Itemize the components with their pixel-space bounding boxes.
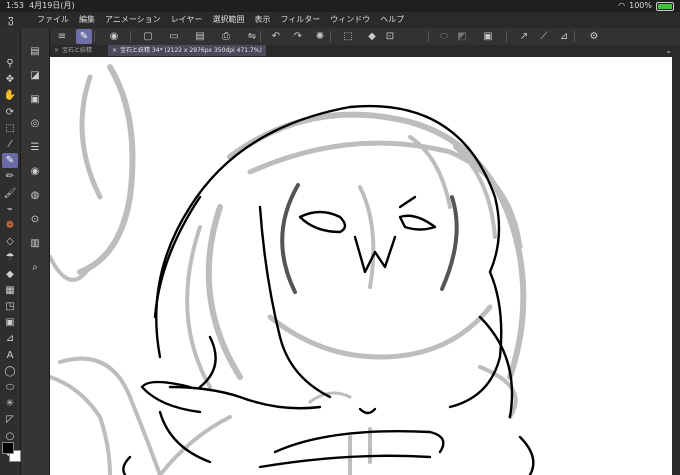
pencil-icon[interactable]: ✏ [2, 169, 18, 184]
save-icon[interactable]: ▤ [192, 29, 208, 44]
hand-icon[interactable]: ✋ [2, 88, 18, 103]
text-icon[interactable]: A [2, 348, 18, 363]
wifi-icon: ◠ [618, 1, 626, 10]
redo-icon[interactable]: ↷ [290, 29, 306, 44]
material-icon[interactable]: ▥ [27, 236, 43, 251]
layer-icon[interactable]: ▤ [27, 44, 43, 59]
toolbar-separator [506, 31, 507, 42]
app-logo-icon[interactable]: ჳ [8, 12, 14, 28]
airbrush-icon[interactable]: ⌁ [2, 202, 18, 217]
toolbar-separator [574, 31, 575, 42]
selection-icon[interactable]: ⬚ [2, 121, 18, 136]
balloon-icon[interactable]: ◯ [2, 364, 18, 379]
side-palette: ▤ ◪ ▣ ◎ ☰ ◉ ◍ ⊙ ▥ ⌕ [21, 28, 50, 475]
navigator-icon[interactable]: ◎ [27, 116, 43, 131]
ruler-icon[interactable]: ⊿ [2, 331, 18, 346]
correct-line-icon[interactable]: ↗ [516, 29, 532, 44]
history-icon[interactable]: ⊙ [27, 212, 43, 227]
fill-icon[interactable]: ◆ [2, 267, 18, 282]
brush-size-icon[interactable]: ◉ [27, 164, 43, 179]
toolbar-separator [94, 31, 95, 42]
toolbar-separator [260, 31, 261, 42]
tab-1[interactable]: × 宝石と妖精 [50, 45, 96, 56]
sketch-artwork [50, 64, 535, 475]
flip-icon[interactable]: ⇋ [244, 29, 260, 44]
tab-2[interactable]: × 宝石と妖精 34* (2122 x 2976px 350dpi 471.7%) [108, 45, 266, 56]
undo-icon[interactable]: ↶ [268, 29, 284, 44]
rotate-icon[interactable]: ⟳ [2, 105, 18, 120]
menu-item-8[interactable]: ヘルプ [375, 12, 409, 28]
color-wheel-icon[interactable]: ◍ [27, 188, 43, 203]
drawing-canvas[interactable] [50, 57, 672, 475]
vertical-scrollbar[interactable] [672, 57, 680, 475]
gradient-icon[interactable]: ▦ [2, 283, 18, 298]
settings-icon[interactable]: ⚙ [586, 29, 602, 44]
brush-icon[interactable]: 🖌 [2, 186, 18, 201]
triangle-icon[interactable]: ◸ [2, 412, 18, 427]
foreground-color-swatch[interactable] [2, 442, 14, 454]
menu-item-5[interactable]: 表示 [249, 12, 275, 28]
menu-icon[interactable]: ≡ [54, 29, 70, 44]
search-icon[interactable]: ⌕ [27, 260, 43, 275]
canvas-tabs: × 宝石と妖精 × 宝石と妖精 34* (2122 x 2976px 350dpi … [50, 45, 680, 56]
frame-icon[interactable]: ▣ [480, 29, 496, 44]
star-icon[interactable]: ✳ [2, 396, 18, 411]
ruler-icon[interactable]: ⊿ [556, 29, 572, 44]
tool-property-icon[interactable]: ☰ [27, 140, 43, 155]
shape-icon[interactable]: ◳ [2, 299, 18, 314]
menu-item-2[interactable]: アニメーション [100, 12, 166, 28]
clear-icon[interactable]: ✺ [312, 29, 328, 44]
brush-tool-icon[interactable]: ✎ [76, 29, 92, 44]
menu-item-3[interactable]: レイヤー [166, 12, 208, 28]
toolbar-separator [330, 31, 331, 42]
transform-icon[interactable]: ⬚ [340, 29, 356, 44]
eyedropper-icon[interactable]: ⁄ [2, 137, 18, 152]
crop-icon[interactable]: ⊡ [382, 29, 398, 44]
print-icon[interactable]: ⎙ [218, 29, 234, 44]
menu-item-0[interactable]: ファイル [32, 12, 74, 28]
command-bar: ≡ ✎ ◉ ▢ ▭ ▤ ⎙ ⇋ ↶ ↷ ✺ ⬚ ◆ ⊡ ⬭ ◩ ▣ ↗ ⟋ ⊿ ⚙ [34, 28, 680, 46]
battery-icon [656, 1, 674, 11]
pen-icon[interactable]: ✎ [2, 153, 18, 169]
decoration-icon[interactable]: ❁ [2, 218, 18, 233]
subview-icon[interactable]: ▣ [27, 92, 43, 107]
status-bar: 1:53 4月19日(月) ◠ 100% [0, 0, 680, 12]
toolbar-separator [130, 31, 131, 42]
frame-icon[interactable]: ▣ [2, 315, 18, 330]
fill-icon[interactable]: ◆ [364, 29, 380, 44]
menu-item-7[interactable]: ウィンドウ [325, 12, 375, 28]
view-icon[interactable]: ◉ [106, 29, 122, 44]
open-icon[interactable]: ▭ [166, 29, 182, 44]
menu-item-4[interactable]: 選択範囲 [207, 12, 249, 28]
tool-palette: ⚲✥✋⟳⬚⁄✎✏🖌⌁❁◇☂◆▦◳▣⊿A◯⬭✳◸○● [0, 28, 21, 475]
layer-properties-icon[interactable]: ◪ [27, 68, 43, 83]
status-right: ◠ 100% [618, 0, 674, 12]
chevron-down-icon[interactable]: ⌄ [665, 45, 672, 56]
lasso-icon[interactable]: ⬭ [2, 380, 18, 395]
blend-icon[interactable]: ☂ [2, 250, 18, 265]
status-time-date: 1:53 4月19日(月) [6, 1, 75, 10]
rule-icon[interactable]: ⟋ [536, 29, 552, 44]
stamp-icon[interactable]: ◩ [454, 29, 470, 44]
new-icon[interactable]: ▢ [140, 29, 156, 44]
eraser-icon[interactable]: ◇ [2, 234, 18, 249]
magnify-icon[interactable]: ⚲ [2, 56, 18, 71]
move-icon[interactable]: ✥ [2, 72, 18, 87]
lasso-icon[interactable]: ⬭ [436, 29, 452, 44]
menu-bar: ჳ ファイル 編集 アニメーション レイヤー 選択範囲 表示 フィルター ウィンドウ ヘルプ [0, 12, 680, 28]
menu-item-1[interactable]: 編集 [74, 12, 100, 28]
menu-item-6[interactable]: フィルター [275, 12, 325, 28]
toolbar-separator [428, 31, 429, 42]
battery-percent: 100% [629, 1, 652, 10]
